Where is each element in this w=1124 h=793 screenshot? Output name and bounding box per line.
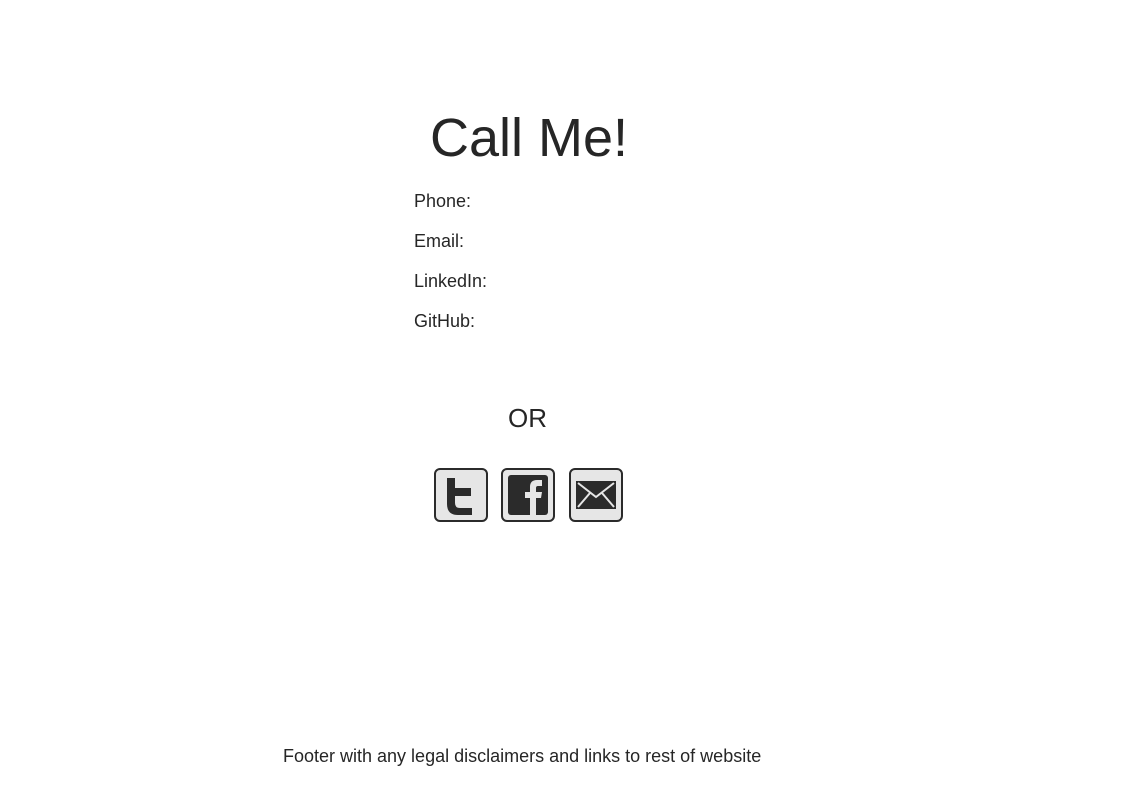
email-icon [569, 468, 623, 522]
page-title: Call Me! [430, 108, 629, 168]
contact-linkedin-label: LinkedIn: [414, 271, 488, 291]
twitter-button[interactable] [434, 468, 488, 522]
contact-phone-label: Phone: [414, 191, 472, 211]
contact-github-label: GitHub: [414, 311, 476, 331]
facebook-button[interactable] [501, 468, 555, 522]
contact-email-label: Email: [414, 231, 465, 251]
twitter-icon [434, 468, 488, 522]
facebook-icon [501, 468, 555, 522]
or-separator: OR [508, 403, 547, 433]
contact-list: Phone: Email: LinkedIn: GitHub: [414, 190, 487, 350]
email-button[interactable] [569, 468, 623, 522]
footer-text: Footer with any legal disclaimers and li… [283, 746, 762, 766]
